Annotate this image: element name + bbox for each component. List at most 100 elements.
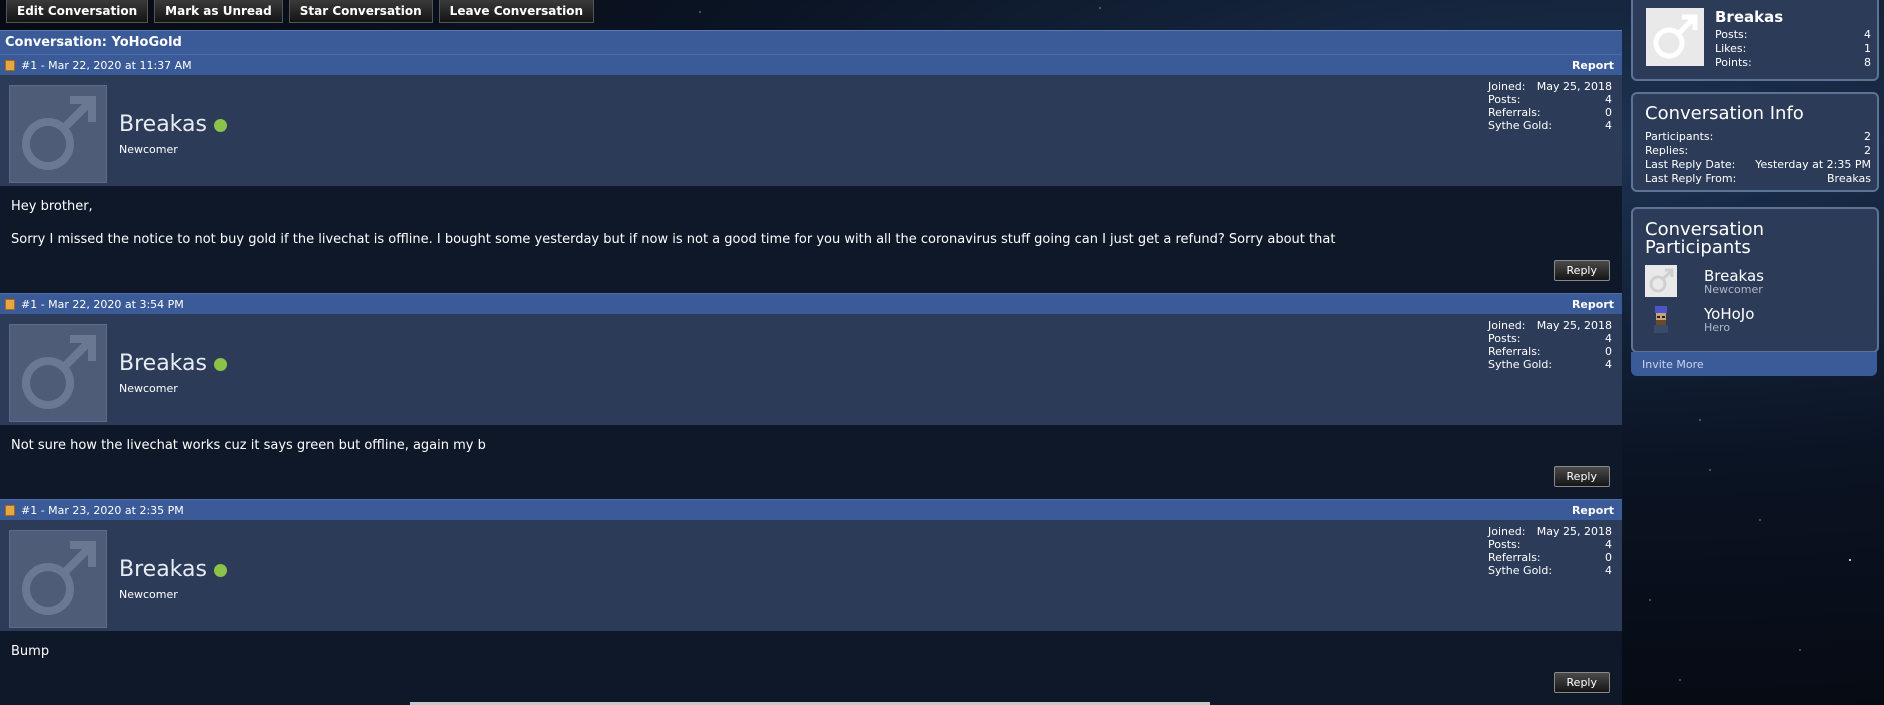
stat-label: Posts: [1488, 93, 1521, 106]
panel-title: Conversation Info [1645, 103, 1804, 124]
edit-conversation-button[interactable]: Edit Conversation [6, 0, 149, 23]
reply-button[interactable]: Reply [1553, 260, 1610, 281]
stat-label: Referrals: [1488, 106, 1541, 119]
info-row: Last Reply Date: Yesterday at 2:35 PM [1645, 158, 1871, 171]
stat-label: Likes: [1715, 42, 1747, 55]
stat-label: Joined: [1488, 319, 1526, 332]
stat-referrals: 0 [1605, 345, 1612, 358]
username[interactable]: Breakas [119, 112, 207, 137]
user-stats: Joined: May 25, 2018 Posts: 4 Referrals: 0 … [1488, 319, 1612, 371]
visitor-likes-row: Likes: 1 [1715, 42, 1871, 55]
message-text: Bump [11, 644, 50, 659]
message: #1 - Mar 22, 2020 at 3:54 PM Report Brea… [0, 293, 1622, 499]
message: #1 - Mar 23, 2020 at 2:35 PM Report Brea… [0, 499, 1622, 705]
stat-referrals: 0 [1605, 551, 1612, 564]
avatar[interactable] [9, 85, 107, 183]
visitor-panel: Breakas Posts: 4 Likes: 1 Points: 8 [1631, 0, 1879, 81]
stat-label: Joined: [1488, 80, 1526, 93]
message: #1 - Mar 22, 2020 at 11:37 AM Report Bre… [0, 54, 1622, 293]
stat-label: Sythe Gold: [1488, 564, 1553, 577]
visitor-posts: 4 [1864, 28, 1871, 41]
online-status-indicator [214, 358, 227, 371]
user-title: Newcomer [119, 588, 178, 601]
username[interactable]: Breakas [119, 557, 207, 582]
stat-gold: 4 [1605, 119, 1612, 132]
star-conversation-button[interactable]: Star Conversation [288, 0, 433, 23]
info-value: 2 [1864, 144, 1871, 157]
message-userbar: Breakas Newcomer Joined: May 25, 2018 Pos… [0, 520, 1622, 631]
stat-joined: May 25, 2018 [1536, 80, 1612, 93]
post-icon [5, 504, 15, 516]
visitor-points-row: Points: 8 [1715, 56, 1871, 69]
invite-more-button[interactable]: Invite More [1631, 352, 1877, 376]
message-body: Not sure how the livechat works cuz it s… [0, 425, 1622, 465]
stat-label: Sythe Gold: [1488, 358, 1553, 371]
leave-conversation-button[interactable]: Leave Conversation [438, 0, 595, 23]
mark-unread-button[interactable]: Mark as Unread [154, 0, 283, 23]
conversation-main: Conversation: YoHoGold #1 - Mar 22, 2020… [0, 30, 1622, 705]
male-symbol-icon [1653, 14, 1698, 59]
message-permalink[interactable]: #1 - Mar 23, 2020 at 2:35 PM [21, 504, 184, 517]
message-permalink[interactable]: #1 - Mar 22, 2020 at 3:54 PM [21, 298, 184, 311]
info-row: Participants: 2 [1645, 130, 1871, 143]
participant-item[interactable]: Breakas Newcomer [1645, 265, 1865, 299]
stat-label: Joined: [1488, 525, 1526, 538]
stat-label: Referrals: [1488, 345, 1541, 358]
info-label: Participants: [1645, 130, 1714, 143]
stat-label: Sythe Gold: [1488, 119, 1553, 132]
user-title: Newcomer [119, 143, 178, 156]
message-userbar: Breakas Newcomer Joined: May 25, 2018 Pos… [0, 75, 1622, 186]
conversation-title: Conversation: YoHoGold [0, 30, 1622, 54]
report-link[interactable]: Report [1572, 298, 1614, 311]
report-link[interactable]: Report [1572, 504, 1614, 517]
conversation-info-panel: Conversation Info Participants: 2 Replies… [1631, 92, 1879, 192]
stat-posts: 4 [1605, 93, 1612, 106]
stat-posts: 4 [1605, 538, 1612, 551]
message-header: #1 - Mar 22, 2020 at 3:54 PM Report [0, 293, 1622, 314]
info-value[interactable]: Breakas [1827, 172, 1871, 185]
report-link[interactable]: Report [1572, 59, 1614, 72]
stat-label: Posts: [1488, 332, 1521, 345]
info-row: Replies: 2 [1645, 144, 1871, 157]
male-symbol-icon [22, 541, 96, 615]
avatar[interactable] [9, 324, 107, 422]
message-userbar: Breakas Newcomer Joined: May 25, 2018 Pos… [0, 314, 1622, 425]
stat-joined: May 25, 2018 [1536, 525, 1612, 538]
user-title: Newcomer [119, 382, 178, 395]
message-body: Hey brother, Sorry I missed the notice t… [0, 186, 1622, 259]
user-stats: Joined: May 25, 2018 Posts: 4 Referrals: 0 … [1488, 525, 1612, 577]
user-stats: Joined: May 25, 2018 Posts: 4 Referrals: 0 … [1488, 80, 1612, 132]
reply-button[interactable]: Reply [1553, 466, 1610, 487]
conversation-participants-panel: Conversation Participants Breakas Newcom… [1631, 207, 1879, 353]
message-text: Hey brother, [11, 199, 93, 214]
reply-button[interactable]: Reply [1553, 672, 1610, 693]
message-body: Bump [0, 631, 1622, 671]
info-label: Replies: [1645, 144, 1689, 157]
message-header: #1 - Mar 23, 2020 at 2:35 PM Report [0, 499, 1622, 520]
avatar[interactable] [9, 530, 107, 628]
message-text: Not sure how the livechat works cuz it s… [11, 438, 486, 453]
post-icon [5, 298, 15, 310]
avatar[interactable] [1645, 303, 1677, 335]
stat-label: Referrals: [1488, 551, 1541, 564]
info-label: Last Reply Date: [1645, 158, 1736, 171]
stat-label: Posts: [1715, 28, 1748, 41]
username[interactable]: Breakas [119, 351, 207, 376]
message-text: Sorry I missed the notice to not buy gol… [11, 232, 1336, 247]
stat-joined: May 25, 2018 [1536, 319, 1612, 332]
visitor-username[interactable]: Breakas [1715, 8, 1783, 26]
online-status-indicator [214, 564, 227, 577]
male-symbol-icon [1649, 268, 1674, 293]
participant-title: Hero [1704, 321, 1731, 334]
avatar[interactable] [1645, 265, 1677, 297]
stat-gold: 4 [1605, 564, 1612, 577]
pirate-avatar-icon [1654, 306, 1668, 333]
info-label: Last Reply From: [1645, 172, 1737, 185]
conversation-toolbar: Edit Conversation Mark as Unread Star Co… [6, 0, 595, 24]
message-permalink[interactable]: #1 - Mar 22, 2020 at 11:37 AM [21, 59, 192, 72]
visitor-points: 8 [1864, 56, 1871, 69]
avatar[interactable] [1646, 8, 1704, 66]
participant-title: Newcomer [1704, 283, 1763, 296]
online-status-indicator [214, 119, 227, 132]
participant-item[interactable]: YoHoJo Hero [1645, 303, 1865, 337]
